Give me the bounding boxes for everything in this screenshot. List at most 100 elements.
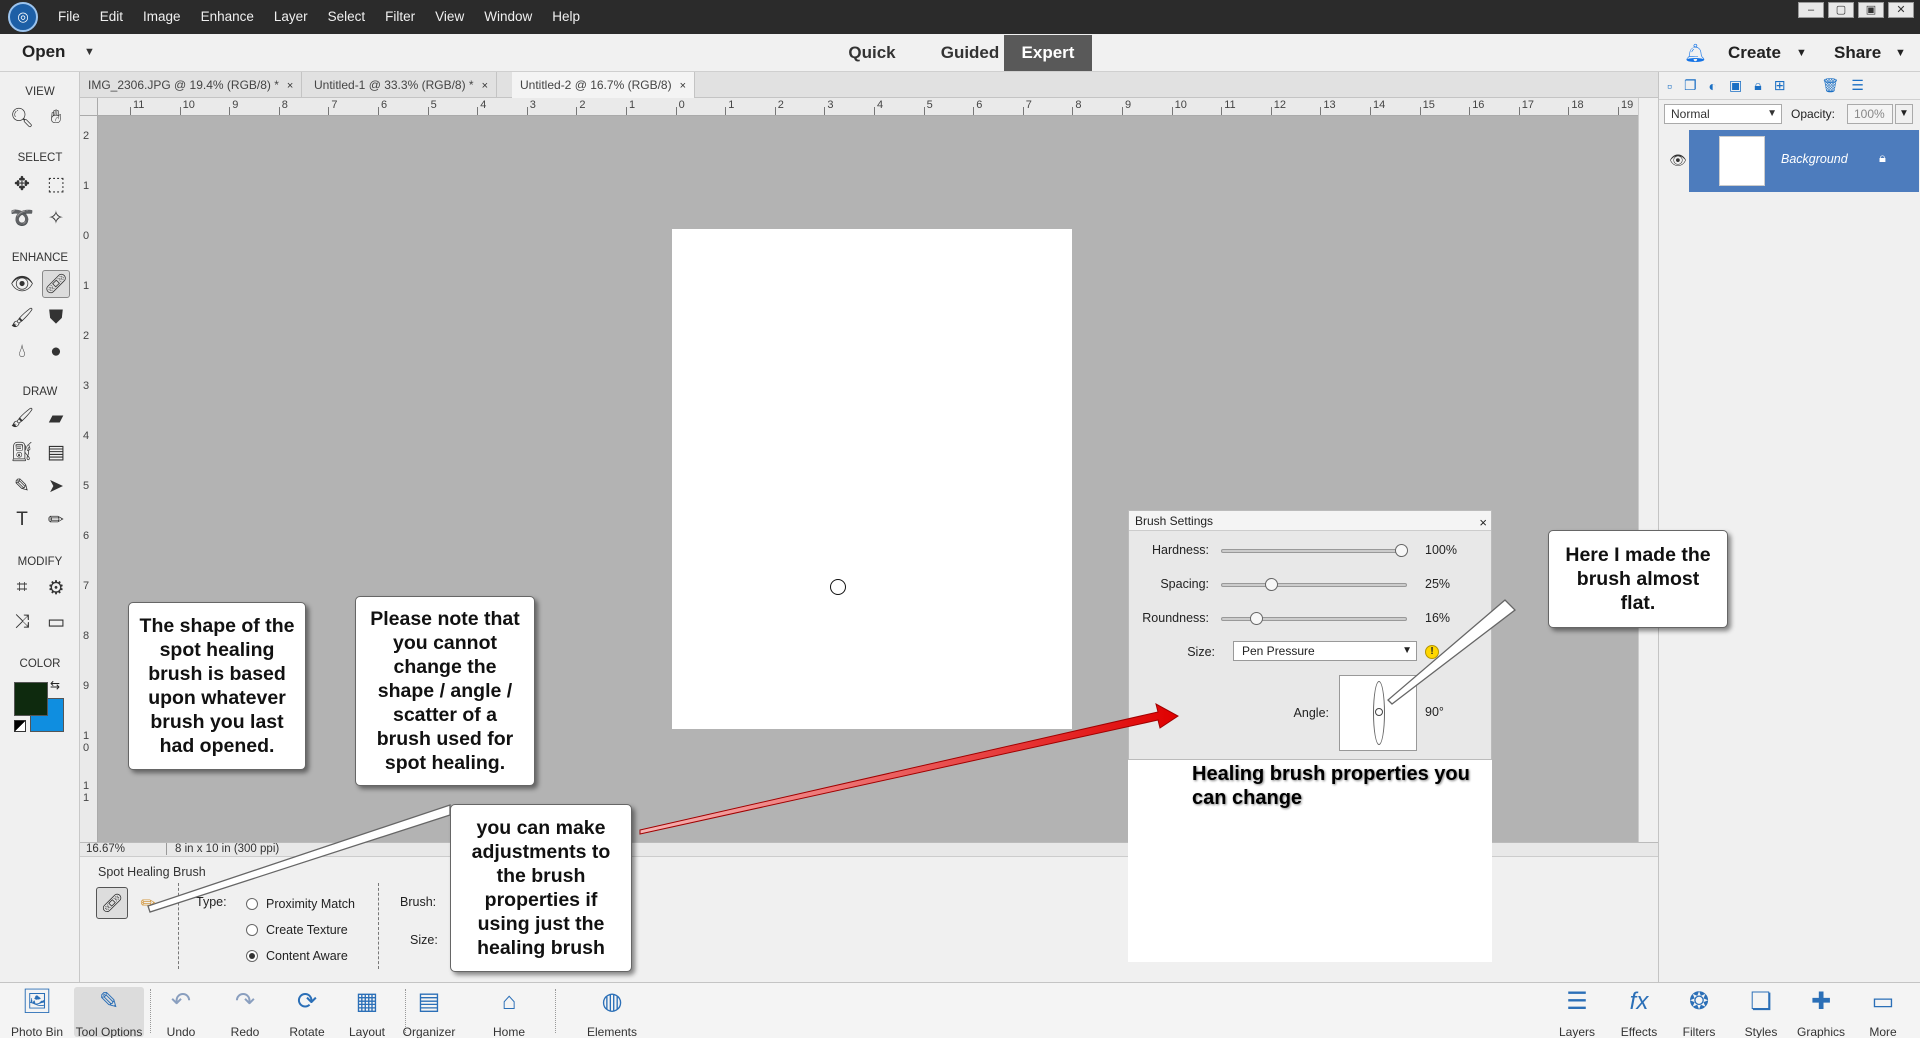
layer-row-background[interactable]: 👁︎ Background 🔒︎: [1659, 130, 1920, 192]
slider-knob[interactable]: [1265, 578, 1279, 591]
radio-button[interactable]: [246, 924, 258, 936]
red-eye-tool-icon[interactable]: 👁︎: [8, 270, 36, 298]
eyedropper-icon[interactable]: ✎: [8, 472, 36, 500]
create-button[interactable]: Create: [1728, 43, 1781, 63]
layer-name[interactable]: Background: [1781, 152, 1848, 166]
content-aware-move-icon[interactable]: ⤨: [8, 608, 36, 636]
recompose-tool-icon[interactable]: ⚙︎: [42, 574, 70, 602]
panel-menu-icon[interactable]: ☰: [1851, 77, 1864, 94]
radio-proximity-match[interactable]: Proximity Match: [246, 897, 355, 911]
spacing-slider[interactable]: [1221, 578, 1407, 591]
graphics-button[interactable]: ✚ Graphics: [1786, 987, 1856, 1038]
marquee-tool-icon[interactable]: ⬚: [42, 170, 70, 198]
opacity-field[interactable]: 100%: [1847, 104, 1893, 124]
radio-create-texture[interactable]: Create Texture: [246, 923, 348, 937]
visibility-eye-icon[interactable]: 👁︎: [1669, 152, 1687, 169]
menu-file[interactable]: File: [48, 0, 90, 34]
move-tool-icon[interactable]: ✥: [8, 170, 36, 198]
vertical-scrollbar[interactable]: [1638, 98, 1658, 842]
lasso-tool-icon[interactable]: ➰: [8, 204, 36, 232]
gradient-tool-icon[interactable]: ▤: [42, 438, 70, 466]
document-page[interactable]: [672, 229, 1072, 729]
magic-wand-icon[interactable]: ✧: [42, 204, 70, 232]
radio-button[interactable]: [246, 898, 258, 910]
organizer-button[interactable]: ▤ Organizer: [394, 987, 464, 1038]
blur-tool-icon[interactable]: 💧︎: [8, 338, 36, 366]
menu-select[interactable]: Select: [318, 0, 376, 34]
trash-icon[interactable]: 🗑︎: [1821, 77, 1839, 94]
blend-mode-select[interactable]: Normal ▼: [1664, 104, 1782, 124]
new-layer-icon[interactable]: ▫: [1667, 78, 1672, 94]
adjustment-layer-icon[interactable]: ◐: [1709, 78, 1717, 94]
more-button[interactable]: ▭ More: [1848, 987, 1918, 1038]
close-window-button[interactable]: ✕: [1888, 2, 1914, 18]
radio-button[interactable]: [246, 950, 258, 962]
menu-view[interactable]: View: [425, 0, 474, 34]
hand-tool-icon[interactable]: ✋︎: [42, 104, 70, 132]
menu-image[interactable]: Image: [133, 0, 191, 34]
minimize-button[interactable]: –: [1798, 2, 1824, 18]
default-colors-icon[interactable]: [14, 720, 26, 732]
type-tool-icon[interactable]: T: [8, 506, 36, 534]
new-group-icon[interactable]: ❐: [1684, 77, 1697, 94]
photo-bin-button[interactable]: 🖼︎ Photo Bin: [2, 987, 72, 1038]
pencil-tool-icon[interactable]: ✏︎: [42, 506, 70, 534]
hardness-slider[interactable]: [1221, 544, 1408, 557]
spot-healing-option-icon[interactable]: 🩹︎: [96, 887, 128, 919]
slider-knob[interactable]: [1249, 612, 1263, 625]
swap-colors-icon[interactable]: ⇆: [50, 678, 60, 692]
chevron-down-icon[interactable]: ▼: [1895, 104, 1913, 124]
close-icon[interactable]: ×: [287, 80, 293, 92]
doc-tab-untitled-1[interactable]: Untitled-1 @ 33.3% (RGB/8) * ×: [306, 72, 498, 98]
foreground-color-swatch[interactable]: [14, 682, 48, 716]
sponge-tool-icon[interactable]: ●: [42, 338, 70, 366]
clone-stamp-icon[interactable]: ⛊: [42, 304, 70, 332]
custom-shape-icon[interactable]: ➤: [42, 472, 70, 500]
lock-all-icon[interactable]: 🔒︎: [1754, 77, 1761, 94]
close-icon[interactable]: ×: [482, 80, 488, 92]
size-select[interactable]: Pen Pressure ▼: [1233, 641, 1417, 661]
layers-button[interactable]: ☰ Layers: [1542, 987, 1612, 1038]
layout-button[interactable]: ▦ Layout: [332, 987, 402, 1038]
menu-edit[interactable]: Edit: [90, 0, 133, 34]
angle-handle[interactable]: [1375, 708, 1383, 716]
tool-options-button[interactable]: ✎ Tool Options: [74, 987, 144, 1038]
paint-bucket-icon[interactable]: ⛽︎: [8, 438, 36, 466]
close-icon[interactable]: ×: [1479, 513, 1487, 533]
close-icon[interactable]: ×: [680, 80, 686, 92]
lock-transparent-icon[interactable]: ⊞: [1774, 77, 1786, 94]
open-button[interactable]: Open: [22, 42, 65, 62]
radio-content-aware[interactable]: Content Aware: [246, 949, 348, 963]
layer-lock-icon[interactable]: 🔒︎: [1879, 150, 1886, 166]
tab-quick[interactable]: Quick: [832, 34, 912, 72]
bell-icon[interactable]: 🔔︎: [1684, 43, 1707, 63]
straighten-tool-icon[interactable]: ▭: [42, 608, 70, 636]
roundness-slider[interactable]: [1221, 612, 1407, 625]
layer-thumbnail[interactable]: [1719, 136, 1765, 186]
menu-layer[interactable]: Layer: [264, 0, 318, 34]
tab-expert[interactable]: Expert: [1004, 35, 1092, 71]
restore-button[interactable]: ▢: [1828, 2, 1854, 18]
slider-knob[interactable]: [1395, 544, 1408, 557]
doc-tab-untitled-2[interactable]: Untitled-2 @ 16.7% (RGB/8) ×: [512, 72, 696, 98]
redo-button[interactable]: ↷ Redo: [210, 987, 280, 1038]
app-logo-icon[interactable]: ◎: [8, 2, 38, 32]
doc-tab-img2306[interactable]: IMG_2306.JPG @ 19.4% (RGB/8) * ×: [80, 72, 303, 98]
chevron-down-icon[interactable]: ▼: [84, 46, 95, 58]
zoom-level[interactable]: 16.67%: [86, 843, 125, 855]
elements-web-button[interactable]: ◍ Elements Web: [574, 987, 650, 1038]
share-button[interactable]: Share: [1834, 43, 1881, 63]
undo-button[interactable]: ↶ Undo: [146, 987, 216, 1038]
angle-preview[interactable]: [1339, 675, 1417, 751]
home-screen-button[interactable]: ⌂ Home Screen: [474, 987, 544, 1038]
chevron-down-icon[interactable]: ▼: [1895, 47, 1906, 59]
menu-window[interactable]: Window: [474, 0, 542, 34]
eraser-tool-icon[interactable]: ▰: [42, 404, 70, 432]
menu-enhance[interactable]: Enhance: [191, 0, 264, 34]
menu-help[interactable]: Help: [542, 0, 590, 34]
menu-filter[interactable]: Filter: [375, 0, 425, 34]
smart-brush-icon[interactable]: 🖌︎: [8, 304, 36, 332]
healing-brush-option-icon[interactable]: ✏︎: [134, 889, 162, 917]
crop-tool-icon[interactable]: ⌗: [8, 574, 36, 602]
chevron-down-icon[interactable]: ▼: [1796, 47, 1807, 59]
